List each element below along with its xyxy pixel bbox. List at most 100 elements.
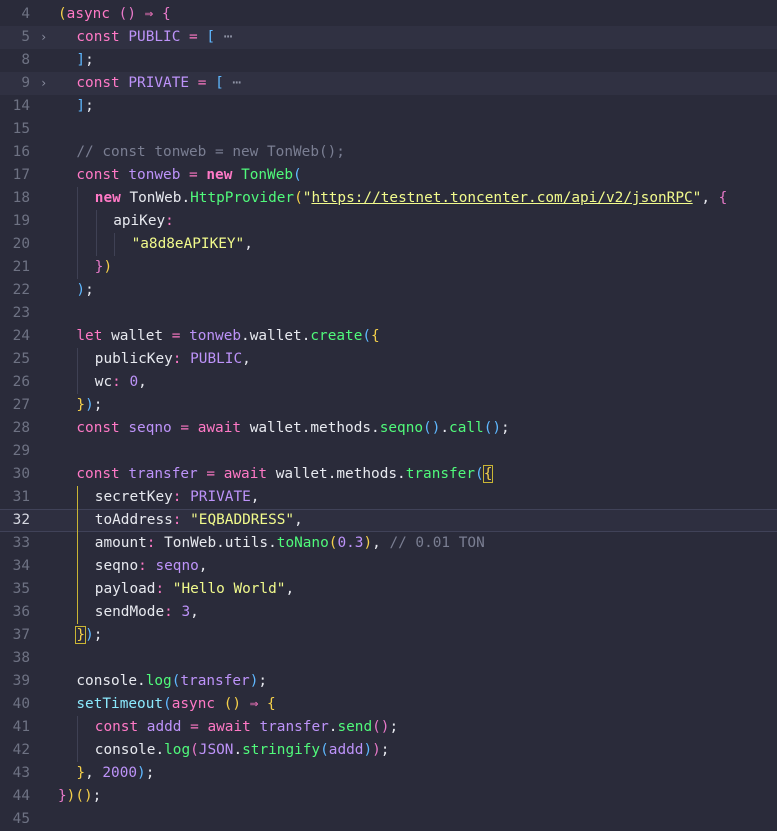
code-token: apiKey — [113, 213, 166, 229]
code-token: const — [76, 75, 120, 91]
code-token: ( — [362, 328, 372, 344]
code-token: , — [701, 190, 719, 206]
code-text: apiKey: — [113, 210, 174, 233]
code-line[interactable]: 29 — [0, 440, 777, 463]
code-text: sendMode: 3, — [95, 601, 199, 624]
code-token: : — [164, 604, 173, 620]
code-token: // 0.01 TON — [389, 535, 485, 551]
code-token: const — [76, 420, 120, 436]
code-line[interactable]: 17 const tonweb = new TonWeb( — [0, 164, 777, 187]
code-token: [ — [215, 75, 224, 91]
code-token: ; — [92, 788, 102, 804]
code-editor[interactable]: 4 (async () ⇒ {5 › const PUBLIC = [ ⋯ 8]; 9 › c… — [0, 0, 777, 827]
code-token: , — [285, 581, 295, 597]
line-number: 24 — [12, 328, 30, 344]
code-line[interactable]: 33 amount: TonWeb.utils.toNano(0.3), // 0… — [0, 532, 777, 555]
line-number: 42 — [12, 742, 30, 758]
code-line[interactable]: 26 wc: 0, — [0, 371, 777, 394]
code-line[interactable]: 44})(); — [0, 785, 777, 808]
code-line[interactable]: 18 new TonWeb.HttpProvider("https://testn… — [0, 187, 777, 210]
code-line[interactable]: 19 apiKey: — [0, 210, 777, 233]
line-number: 8 — [21, 52, 30, 68]
fold-chevron-icon[interactable]: › — [40, 26, 52, 49]
code-line[interactable]: 30 const transfer = await wallet.methods.… — [0, 463, 777, 486]
code-token: : — [165, 213, 174, 229]
code-line[interactable]: 43}, 2000); — [0, 762, 777, 785]
code-line[interactable]: 39 console.log(transfer); — [0, 670, 777, 693]
code-line[interactable]: 5 › const PUBLIC = [ ⋯ — [0, 26, 777, 49]
code-token: stringify — [242, 742, 321, 758]
code-line[interactable]: 14]; — [0, 95, 777, 118]
code-line[interactable]: 36 sendMode: 3, — [0, 601, 777, 624]
code-text: console.log(JSON.stringify(addd)); — [95, 739, 390, 762]
indent-guide — [77, 256, 79, 279]
code-line[interactable]: 8]; — [0, 49, 777, 72]
code-token: seqno — [379, 420, 424, 436]
code-line[interactable]: 9 › const PRIVATE = [ ⋯ — [0, 72, 777, 95]
code-token: const — [94, 719, 139, 735]
code-token: . — [155, 742, 165, 758]
line-number: 20 — [12, 236, 30, 252]
code-text: ); — [76, 279, 93, 302]
code-token: const — [76, 29, 120, 45]
indent-guide — [95, 210, 97, 233]
code-text: const PUBLIC = [ ⋯ — [76, 26, 232, 49]
code-token: , — [250, 489, 260, 505]
code-token: const — [76, 167, 120, 183]
code-token: async — [171, 696, 216, 712]
line-number: 4 — [21, 6, 30, 22]
code-line[interactable]: 4 (async () ⇒ { — [0, 3, 777, 26]
code-token: methods — [336, 466, 398, 482]
code-line[interactable]: 15 — [0, 118, 777, 141]
code-token: JSON — [198, 742, 234, 758]
code-token: . — [397, 466, 406, 482]
code-token: ; — [85, 98, 94, 114]
code-token: } — [76, 397, 86, 413]
line-number: 43 — [12, 765, 30, 781]
code-line[interactable]: 28 const seqno = await wallet.methods.seq… — [0, 417, 777, 440]
code-line[interactable]: 20 "a8d8eAPIKEY", — [0, 233, 777, 256]
code-line[interactable]: 27}); — [0, 394, 777, 417]
code-token: "a8d8eAPIKEY" — [131, 236, 245, 252]
code-token: ; — [85, 52, 94, 68]
code-line[interactable]: 37}); — [0, 624, 777, 647]
code-token: ( — [320, 742, 329, 758]
code-text: // const tonweb = new TonWeb(); — [76, 141, 345, 164]
line-number: 32 — [12, 512, 30, 528]
code-token: 0.3 — [337, 535, 364, 551]
code-token: utils — [224, 535, 269, 551]
code-line[interactable]: 16 // const tonweb = new TonWeb(); — [0, 141, 777, 164]
code-token: tonweb — [128, 167, 181, 183]
line-number: 25 — [12, 351, 30, 367]
code-line[interactable]: 34 seqno: seqno, — [0, 555, 777, 578]
code-line[interactable]: 41 const addd = await transfer.send(); — [0, 716, 777, 739]
code-line[interactable]: 38 — [0, 647, 777, 670]
indent-guide — [77, 578, 79, 601]
code-token: ) — [137, 765, 146, 781]
code-line[interactable]: 40 setTimeout(async () ⇒ { — [0, 693, 777, 716]
code-token: . — [241, 328, 250, 344]
code-line[interactable]: 32 toAddress: "EQBADDRESS", — [0, 509, 777, 532]
code-token: ( — [294, 190, 303, 206]
code-line[interactable]: 25 publicKey: PUBLIC, — [0, 348, 777, 371]
code-line[interactable]: 42 console.log(JSON.stringify(addd)); — [0, 739, 777, 762]
code-token: () — [372, 719, 390, 735]
code-token: : — [112, 374, 121, 390]
fold-chevron-icon[interactable]: › — [40, 72, 52, 95]
code-token: ) — [76, 282, 86, 298]
code-line[interactable]: 31 secretKey: PRIVATE, — [0, 486, 777, 509]
code-line[interactable]: 22); — [0, 279, 777, 302]
code-token: { — [162, 6, 171, 22]
code-text: seqno: seqno, — [95, 555, 208, 578]
indent-guide — [77, 371, 79, 394]
code-line[interactable]: 45 — [0, 808, 777, 831]
code-token: tonweb — [189, 328, 242, 344]
code-line[interactable]: 24 let wallet = tonweb.wallet.create({ — [0, 325, 777, 348]
code-line[interactable]: 35 payload: "Hello World", — [0, 578, 777, 601]
code-token: let — [76, 328, 103, 344]
code-line[interactable]: 21}) — [0, 256, 777, 279]
code-token: ( — [58, 6, 67, 22]
line-number: 23 — [12, 305, 30, 321]
code-line[interactable]: 23 — [0, 302, 777, 325]
